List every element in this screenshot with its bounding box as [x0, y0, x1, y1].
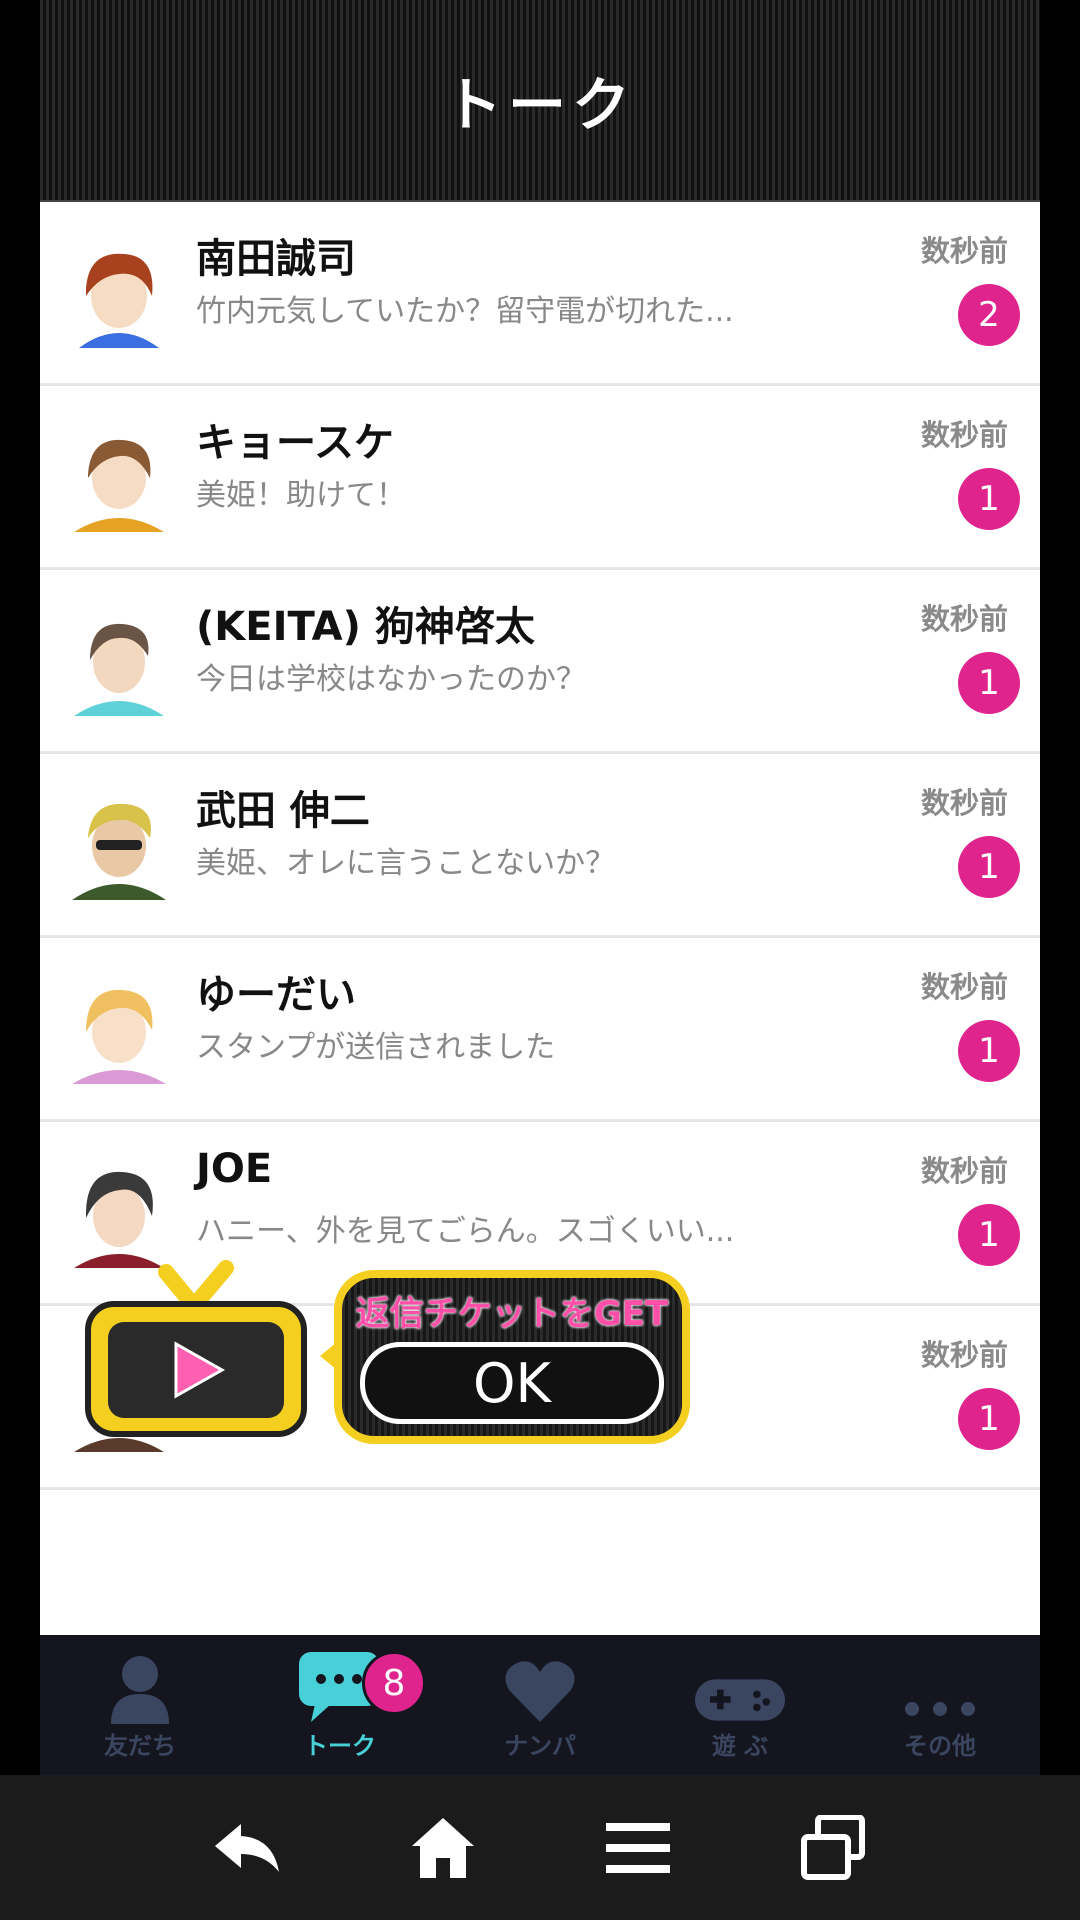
last-message: 美姫！助けて！ [196, 478, 406, 513]
tab-label: 遊 ぶ [711, 1732, 769, 1760]
gamepad-icon [695, 1644, 785, 1724]
avatar-light-brown-hair-icon [64, 420, 174, 532]
timestamp: 数秒前 [920, 418, 1008, 452]
talk-row[interactable]: 武田 伸二 美姫、オレに言うことないか？ 数秒前 1 [40, 754, 1040, 938]
tab-talk[interactable]: トーク 8 [240, 1635, 440, 1775]
timestamp: 数秒前 [920, 234, 1008, 268]
system-nav-bar [0, 1775, 1080, 1920]
contact-name: キョースケ [196, 420, 394, 466]
unread-badge: 1 [958, 1020, 1020, 1082]
talk-row[interactable]: ゆーだい スタンプが送信されました 数秒前 1 [40, 938, 1040, 1122]
tab-label: 友だち [104, 1732, 176, 1760]
contact-name: 南田誠司 [196, 236, 356, 282]
talk-unread-badge: 8 [362, 1651, 426, 1715]
contact-name: 武田 伸二 [196, 788, 370, 834]
talk-row[interactable]: 南田誠司 竹内元気していたか？留守電が切れた... 数秒前 2 [40, 202, 1040, 386]
avatar-brown-hair-icon [64, 236, 174, 348]
last-message: スタンプが送信されました [196, 1030, 556, 1065]
last-message: 竹内元気していたか？留守電が切れた... [196, 294, 734, 329]
home-icon[interactable] [403, 1808, 483, 1888]
heart-icon [495, 1644, 585, 1724]
avatar-blond-sunglasses-icon [64, 788, 174, 900]
bottom-tab-bar: 友だち トーク 8 ナンパ 遊 ぶ その他 [40, 1635, 1040, 1775]
unread-badge: 1 [958, 1204, 1020, 1266]
tab-label: ナンパ [504, 1732, 576, 1760]
tab-label: トーク [304, 1732, 376, 1760]
unread-badge: 2 [958, 284, 1020, 346]
timestamp: 数秒前 [920, 970, 1008, 1004]
unread-badge: 1 [958, 652, 1020, 714]
talk-row[interactable]: キョースケ 美姫！助けて！ 数秒前 1 [40, 386, 1040, 570]
ok-button[interactable]: OK [360, 1342, 664, 1424]
more-dots-icon [895, 1644, 985, 1724]
tab-other[interactable]: その他 [840, 1635, 1040, 1775]
last-message: 美姫、オレに言うことないか？ [196, 846, 616, 881]
menu-icon[interactable] [598, 1808, 678, 1888]
header-bar: トーク [40, 0, 1040, 202]
timestamp: 数秒前 [920, 786, 1008, 820]
unread-badge: 1 [958, 1388, 1020, 1450]
ad-title: 返信チケットをGET [355, 1294, 669, 1334]
video-ad-tv-icon[interactable] [84, 1250, 308, 1440]
last-message: ハニー、外を見てごらん。スゴくいい... [196, 1214, 735, 1249]
tab-play[interactable]: 遊 ぶ [640, 1635, 840, 1775]
unread-badge: 1 [958, 468, 1020, 530]
timestamp: 数秒前 [920, 1338, 1008, 1372]
talk-row[interactable]: (KEITA) 狗神啓太 今日は学校はなかったのか？ 数秒前 1 [40, 570, 1040, 754]
app-frame: トーク 南田誠司 竹内元気していたか？留守電が切れた... 数秒前 2 キョース… [40, 0, 1040, 1775]
person-icon [95, 1644, 185, 1724]
tab-friends[interactable]: 友だち [40, 1635, 240, 1775]
contact-name: (KEITA) 狗神啓太 [196, 604, 535, 650]
recent-apps-icon[interactable] [793, 1808, 873, 1888]
page-title: トーク [443, 71, 636, 139]
avatar-blond-boy-icon [64, 972, 174, 1084]
unread-badge: 1 [958, 836, 1020, 898]
back-icon[interactable] [208, 1808, 288, 1888]
timestamp: 数秒前 [920, 1154, 1008, 1188]
last-message: 今日は学校はなかったのか？ [196, 662, 586, 697]
ad-bubble: 返信チケットをGET OK [334, 1270, 690, 1444]
contact-name: JOE [196, 1146, 273, 1192]
avatar-glasses-man-icon [64, 604, 174, 716]
contact-name: ゆーだい [196, 972, 356, 1018]
tab-nanpa[interactable]: ナンパ [440, 1635, 640, 1775]
timestamp: 数秒前 [920, 602, 1008, 636]
tab-label: その他 [904, 1732, 976, 1760]
